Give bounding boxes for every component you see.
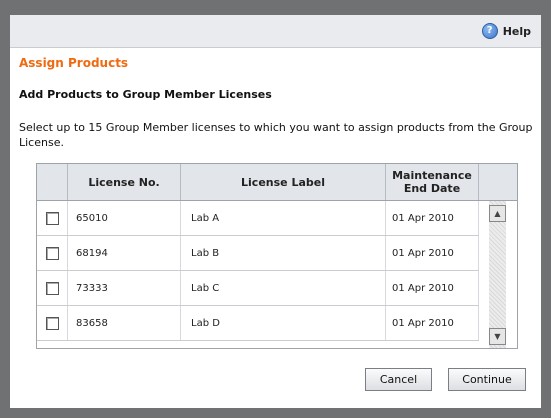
table-scrollbar[interactable]: ▲ ▼ [479, 201, 517, 348]
maintenance-end-date-header: Maintenance End Date [386, 164, 479, 200]
license-no-cell: 68194 [68, 236, 181, 270]
license-label-cell: Lab B [181, 236, 386, 270]
license-no-cell: 73333 [68, 271, 181, 305]
section-heading: Add Products to Group Member Licenses [19, 88, 272, 101]
cancel-button[interactable]: Cancel [365, 368, 432, 391]
row-checkbox[interactable] [45, 211, 59, 225]
scroll-down-icon[interactable]: ▼ [489, 328, 506, 345]
license-label-cell: Lab D [181, 306, 386, 340]
table-row: 83658 Lab D 01 Apr 2010 [37, 306, 517, 341]
maintenance-date-cell: 01 Apr 2010 [386, 201, 479, 235]
dialog-topbar: ? Help [10, 15, 541, 48]
maintenance-date-cell: 01 Apr 2010 [386, 236, 479, 270]
row-checkbox[interactable] [45, 316, 59, 330]
help-label: Help [502, 24, 531, 38]
license-label-cell: Lab A [181, 201, 386, 235]
license-no-cell: 65010 [68, 201, 181, 235]
license-no-cell: 83658 [68, 306, 181, 340]
maintenance-date-cell: 01 Apr 2010 [386, 271, 479, 305]
table-body: 65010 Lab A 01 Apr 2010 68194 Lab B 01 A… [37, 201, 517, 348]
scrollbar-track[interactable] [489, 201, 506, 348]
assign-products-dialog: ? Help Assign Products Add Products to G… [10, 15, 541, 408]
page-title: Assign Products [19, 56, 129, 70]
help-icon: ? [481, 23, 498, 39]
row-checkbox[interactable] [45, 246, 59, 260]
table-row: 68194 Lab B 01 Apr 2010 [37, 236, 517, 271]
table-row: 65010 Lab A 01 Apr 2010 [37, 201, 517, 236]
license-no-header: License No. [68, 164, 181, 200]
instructions-text: Select up to 15 Group Member licenses to… [19, 121, 533, 149]
help-link[interactable]: ? Help [481, 23, 531, 39]
license-label-header: License Label [181, 164, 386, 200]
table-header: License No. License Label Maintenance En… [37, 164, 517, 201]
row-checkbox[interactable] [45, 281, 59, 295]
scroll-column-header [479, 164, 517, 200]
table-row: 73333 Lab C 01 Apr 2010 [37, 271, 517, 306]
maintenance-date-cell: 01 Apr 2010 [386, 306, 479, 340]
license-label-cell: Lab C [181, 271, 386, 305]
continue-button[interactable]: Continue [448, 368, 526, 391]
select-column-header [37, 164, 68, 200]
scroll-up-icon[interactable]: ▲ [489, 205, 506, 222]
licenses-table: License No. License Label Maintenance En… [36, 163, 518, 349]
